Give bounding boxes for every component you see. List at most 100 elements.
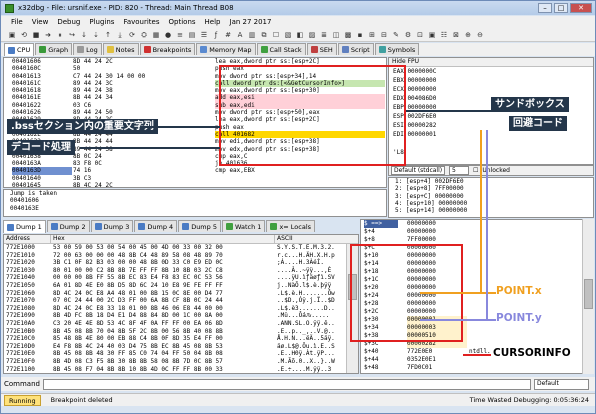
dump-ascii-row[interactable]: .L$.è.H.......Ôw <box>277 290 346 298</box>
dump-address[interactable]: 772E10C0 <box>6 335 50 343</box>
dump-hex-row[interactable]: 8B 4D 08 C3 F5 8B 30 8B 8B 58 08 8B 7D 0… <box>53 358 274 366</box>
dump-address[interactable]: 772E1060 <box>6 290 50 298</box>
disasm-address[interactable]: 00401613 <box>12 73 72 80</box>
dump-address[interactable]: 772E1000 <box>6 244 50 252</box>
stack-scrollbar[interactable] <box>582 219 594 374</box>
dump-hex-row[interactable]: 85 48 8B 4E 80 00 EB 88 C4 8B 0F 8D 35 E… <box>53 335 274 343</box>
toolbar-icon[interactable]: ■ <box>31 30 41 40</box>
stack-offset[interactable]: $+40 <box>364 348 398 356</box>
toolbar-icon[interactable]: ⚙ <box>403 30 413 40</box>
toolbar-icon[interactable]: ▦ <box>151 30 161 40</box>
dump-hex-row[interactable]: 80 01 00 00 C2 8B 8B 7E FF FF 8B 10 8B 0… <box>53 267 274 275</box>
dump-hex-row[interactable]: 6A 01 8D 4E E0 8B D5 8D 6C 24 10 E8 9E F… <box>53 282 274 290</box>
toolbar-icon[interactable]: ☐ <box>271 30 281 40</box>
dump-address[interactable]: 772E1110 <box>6 373 50 374</box>
hide-fpu-button[interactable]: Hide FPU <box>389 58 593 67</box>
menu-plugins[interactable]: Plugins <box>89 18 114 26</box>
command-input[interactable] <box>42 378 531 390</box>
dump-address[interactable]: 772E1050 <box>6 282 50 290</box>
tab-notes[interactable]: Notes <box>102 43 139 55</box>
toolbar-icon[interactable]: ⊠ <box>451 30 461 40</box>
disasm-address[interactable]: 00401645 <box>12 182 72 187</box>
toolbar-icon[interactable]: ≡ <box>175 30 185 40</box>
stack-offset[interactable]: $+48 <box>364 364 398 372</box>
register-row[interactable] <box>393 139 593 148</box>
toolbar-icon[interactable]: ƒ <box>211 30 221 40</box>
menu-help[interactable]: Help <box>205 18 221 26</box>
dump-hex-row[interactable]: 53 00 59 00 53 00 54 00 45 00 4D 00 33 0… <box>53 244 274 252</box>
dump-hex-row[interactable]: 8D 4C 24 0C E8 A4 48 01 00 8B 15 0C 8E 0… <box>53 290 274 298</box>
dump-pane[interactable]: Address Hex ASCII 772E1000 772E1010 772E10… <box>3 234 359 374</box>
dump-hex-row[interactable]: C3 20 4E 4E 8D 53 4C 8F 4F 0A FF FF 00 E… <box>53 320 274 328</box>
dump-hex-row[interactable]: 3B C1 0F 82 B3 03 00 00 48 8B 0D 33 C0 E… <box>53 259 274 267</box>
disasm-instruction[interactable] <box>215 182 385 187</box>
dump-address[interactable]: 772E10F0 <box>6 358 50 366</box>
toolbar-icon[interactable]: ▥ <box>247 30 257 40</box>
toolbar-icon[interactable]: ▣ <box>427 30 437 40</box>
command-mode-select[interactable]: Default <box>533 378 589 390</box>
dump-hex-row[interactable]: 8D 4C 24 0C E8 33 18 01 00 8B 46 06 E8 4… <box>53 305 274 313</box>
toolbar-icon[interactable]: ▨ <box>307 30 317 40</box>
toolbar-icon[interactable]: ▪ <box>355 30 365 40</box>
toolbar-icon[interactable]: ↑ <box>103 30 113 40</box>
dump-address[interactable]: 772E1100 <box>6 366 50 374</box>
toolbar-icon[interactable]: ☷ <box>439 30 449 40</box>
disasm-address[interactable]: 00401618 <box>12 87 72 94</box>
dump-ascii-row[interactable]: .E..p.._,..V.@.. <box>277 328 346 336</box>
stack-offset[interactable]: $ ==> <box>364 220 398 228</box>
dump-ascii-row[interactable]: .Mü...ÔáԈ..... <box>277 312 346 320</box>
toolbar-icon[interactable]: ◫ <box>331 30 341 40</box>
dump-address[interactable]: 772E1020 <box>6 259 50 267</box>
toolbar-icon[interactable]: ▩ <box>343 30 353 40</box>
dump-address[interactable]: 772E10D0 <box>6 343 50 351</box>
menu-favourites[interactable]: Favourites <box>123 18 159 26</box>
disasm-address[interactable]: 0040163D <box>12 167 72 175</box>
toolbar-icon[interactable]: # <box>223 30 233 40</box>
dump-ascii-row[interactable]: .L$.è3.......D.. <box>277 305 346 313</box>
stack-value[interactable]: 7FF00000 <box>407 236 467 244</box>
dump-ascii-row[interactable]: è....Ô.Mø.M.EL <box>277 373 346 374</box>
toolbar-icon[interactable]: ⊞ <box>367 30 377 40</box>
toolbar-icon[interactable]: ⇣ <box>91 30 101 40</box>
dump-ascii-row[interactable]: .ANN.SL.O.ÿÿ.ê.. <box>277 320 346 328</box>
dump-address[interactable]: 772E1070 <box>6 297 50 305</box>
dump-ascii-row[interactable]: ....ÿU.ìƒäøƒì.SV <box>277 274 346 282</box>
toolbar-icon[interactable]: ≣ <box>319 30 329 40</box>
close-icon[interactable]: ✕ <box>570 3 592 13</box>
dump-tab[interactable]: Dump 4 <box>134 220 178 232</box>
disasm-address[interactable]: 0040163A <box>12 160 72 167</box>
toolbar-icon[interactable]: ⊡ <box>415 30 425 40</box>
register-row[interactable]: 'L8' <box>393 148 593 157</box>
toolbar-icon[interactable]: ⊕ <box>463 30 473 40</box>
toolbar-icon[interactable]: ● <box>163 30 173 40</box>
toolbar-icon[interactable]: ☰ <box>199 30 209 40</box>
toolbar-icon[interactable]: ⧉ <box>259 30 269 40</box>
dump-ascii-row[interactable]: ..$D.,Óÿ.j.Ï..$D <box>277 297 346 305</box>
dump-tab[interactable]: Dump 3 <box>90 220 134 232</box>
dump-address[interactable]: 772E1040 <box>6 274 50 282</box>
dump-ascii-row[interactable]: .E.÷....M.ÿÿ..3 <box>277 366 346 374</box>
tab-cpu[interactable]: CPU <box>4 43 35 56</box>
dump-address[interactable]: 772E1030 <box>6 267 50 275</box>
disasm-instruction[interactable] <box>215 175 385 182</box>
stack-value[interactable]: 0352E0E1 <box>407 356 467 364</box>
dump-address[interactable]: 772E1010 <box>6 252 50 260</box>
dump-hex-row[interactable]: 8B 4D FC 8B 18 D4 E1 D4 88 84 8D 00 1C 0… <box>53 312 274 320</box>
maximize-icon[interactable]: □ <box>554 3 568 13</box>
dump-hex-row[interactable]: 00 00 00 8B FF 55 8B EC 83 E4 F8 83 EC 0… <box>53 274 274 282</box>
disasm-address[interactable]: 00401626 <box>12 109 72 116</box>
toolbar-icon[interactable]: A <box>235 30 245 40</box>
toolbar-icon[interactable]: ↓ <box>79 30 89 40</box>
dump-hex-row[interactable]: 72 00 63 00 00 00 48 8B C4 48 89 58 08 4… <box>53 252 274 260</box>
tab-log[interactable]: Log <box>73 43 102 55</box>
dump-address[interactable]: 772E10B0 <box>6 328 50 336</box>
toolbar-icon[interactable]: ⟲ <box>19 30 29 40</box>
stack-value[interactable]: 00000000 <box>407 228 467 236</box>
register-row[interactable]: EBX 00000000 <box>393 76 593 85</box>
toolbar-icon[interactable]: ▤ <box>187 30 197 40</box>
toolbar-icon[interactable]: ⊟ <box>379 30 389 40</box>
dump-hex-row[interactable]: 8B 45 08 F7 04 8B 8B 10 8B 4D 0C FF FF 8… <box>53 366 274 374</box>
unlocked-checkbox[interactable]: ☐ <box>473 167 478 174</box>
disasm-instruction[interactable]: cmp eax,EBX <box>215 167 385 174</box>
register-row[interactable]: ECX 00000000 <box>393 85 593 94</box>
